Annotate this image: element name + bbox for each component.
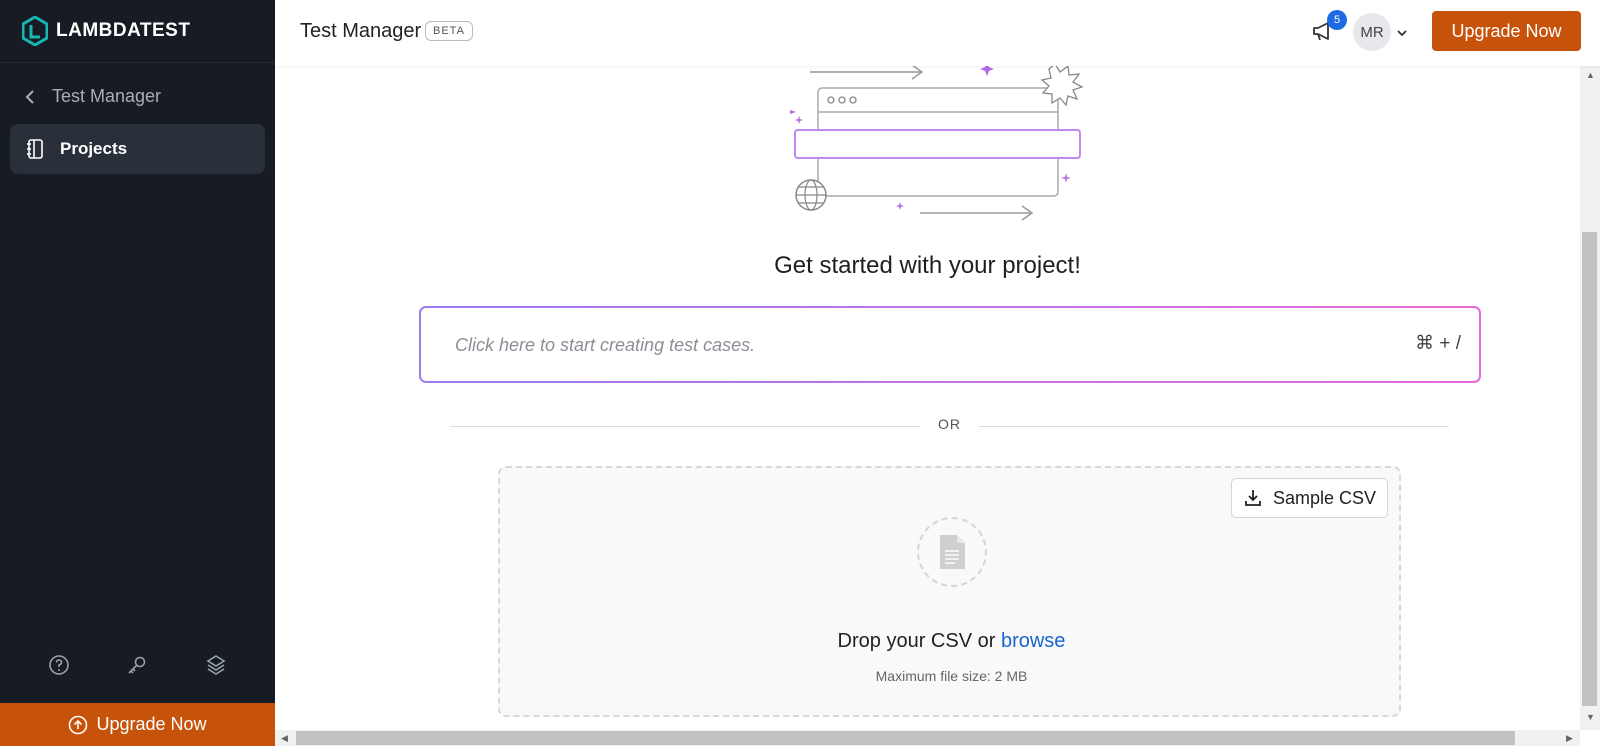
keyboard-shortcut-hint: ⌘ + / (1415, 333, 1461, 354)
create-test-cases-input[interactable]: Click here to start creating test cases.… (419, 306, 1481, 383)
scroll-left-arrow-icon[interactable]: ◀ (281, 733, 288, 744)
scroll-right-arrow-icon[interactable]: ▶ (1566, 733, 1573, 744)
browse-link[interactable]: browse (1001, 630, 1065, 652)
divider-line-right (979, 426, 1449, 427)
sample-csv-label: Sample CSV (1272, 487, 1377, 508)
horizontal-scroll-thumb[interactable] (296, 731, 1515, 745)
scroll-up-arrow-icon[interactable]: ▲ (1586, 70, 1595, 80)
main-content: Get started with your project! Click her… (275, 66, 1580, 730)
get-started-illustration (790, 66, 1084, 221)
beta-badge: BETA (425, 21, 473, 41)
create-input-placeholder: Click here to start creating test cases. (455, 335, 756, 355)
logo-mark-icon (22, 16, 48, 46)
page-title: Test Manager (300, 20, 422, 42)
sample-csv-button[interactable]: Sample CSV (1231, 478, 1388, 518)
max-file-size-text: Maximum file size: 2 MB (875, 668, 1028, 684)
sidebar-item-projects[interactable]: Projects (10, 124, 265, 174)
logo-text: LAMBDATEST (56, 20, 191, 41)
drop-text: Drop your CSV or (837, 630, 996, 652)
back-label: Test Manager (52, 86, 162, 106)
header-upgrade-button[interactable]: Upgrade Now (1432, 11, 1581, 51)
or-divider-text: OR (938, 416, 961, 432)
chevron-down-icon (1397, 30, 1407, 37)
key-icon[interactable] (126, 654, 148, 676)
sidebar-item-label: Projects (60, 139, 128, 158)
sidebar: LAMBDATEST Test Manager Projects Upgrade… (0, 0, 275, 746)
notification-count-badge: 5 (1327, 10, 1347, 30)
sidebar-tools (0, 654, 275, 676)
layers-icon[interactable] (205, 654, 227, 676)
notebook-icon (27, 139, 43, 159)
lambdatest-logo[interactable]: LAMBDATEST (22, 16, 190, 46)
get-started-heading: Get started with your project! (774, 252, 1081, 279)
sidebar-divider (0, 62, 275, 63)
drop-instructions: Drop your CSV or browse (500, 630, 1403, 653)
file-upload-circle (917, 517, 987, 587)
create-input-inner: Click here to start creating test cases.… (421, 308, 1479, 381)
download-icon (1245, 490, 1261, 506)
vertical-scroll-thumb[interactable] (1582, 232, 1597, 706)
arrow-up-circle-icon (69, 715, 88, 734)
divider-line-left (450, 426, 920, 427)
user-avatar[interactable]: MR (1353, 13, 1391, 51)
sidebar-upgrade-label: Upgrade Now (96, 714, 207, 734)
user-menu-chevron[interactable] (1396, 25, 1408, 43)
sidebar-upgrade-button[interactable]: Upgrade Now (0, 703, 275, 746)
csv-drop-zone[interactable]: Sample CSV Drop your CSV or browse Maxim… (498, 466, 1401, 717)
scroll-down-arrow-icon[interactable]: ▼ (1586, 712, 1595, 722)
chevron-left-icon (25, 89, 34, 104)
top-header: Test Manager BETA 5 MR Upgrade Now (275, 0, 1600, 66)
back-to-test-manager[interactable]: Test Manager (24, 86, 161, 107)
document-icon (940, 535, 965, 569)
help-icon[interactable] (48, 654, 70, 676)
